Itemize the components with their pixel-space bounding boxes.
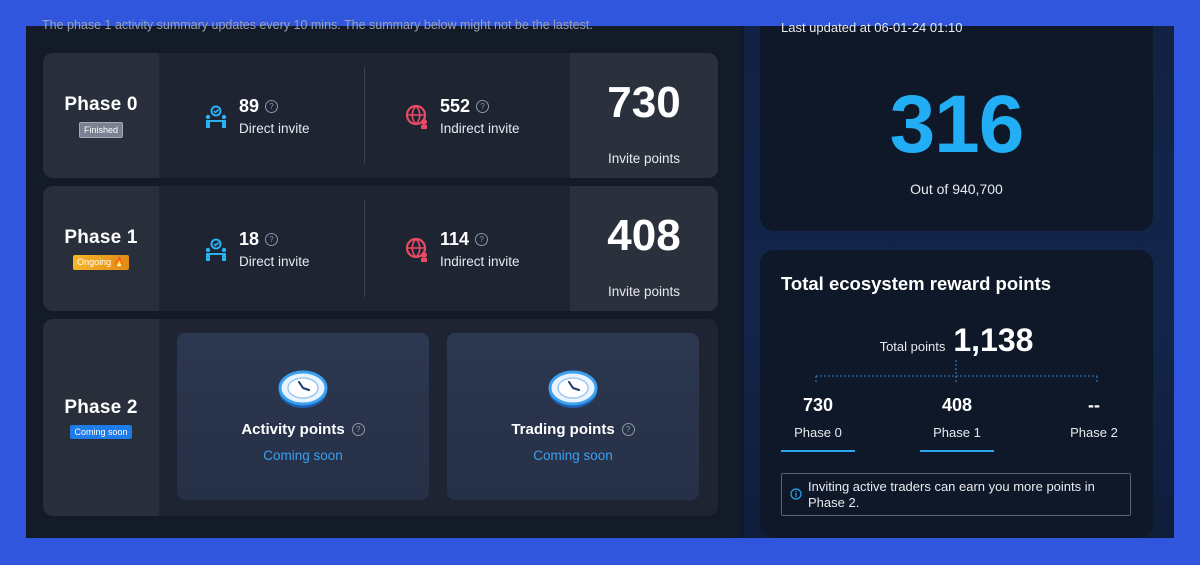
last-updated: Last updated at 06-01-24 01:10 [781, 20, 963, 35]
direct-invite-count: 18 [239, 228, 260, 249]
direct-invite-stat: 89? Direct invite [203, 53, 310, 178]
breakdown-value: 408 [941, 395, 973, 415]
total-points-label: Total points [879, 339, 946, 354]
indirect-invite-label: Indirect invite [440, 253, 520, 269]
trading-points-status: Coming soon [533, 448, 613, 463]
rank-card: Last updated at 06-01-24 01:10 316 Out o… [760, 20, 1153, 231]
question-icon[interactable]: ? [265, 232, 279, 246]
trading-points-card: Trading points? Coming soon [447, 333, 699, 500]
info-text: Inviting active traders can earn you mor… [808, 479, 1095, 510]
activity-points-title: Activity points [241, 421, 345, 438]
phase-title: Phase 0 [64, 93, 138, 115]
question-icon[interactable]: ? [475, 232, 489, 246]
total-points-value: 1,138 [953, 322, 1034, 358]
status-badge: Ongoing 🔥 [73, 255, 129, 270]
reward-title: Total ecosystem reward points [781, 273, 1052, 294]
direct-invite-count: 89 [239, 95, 260, 116]
question-icon[interactable]: ? [476, 99, 490, 113]
rank-out-of: Out of 940,700 [910, 181, 1003, 197]
breakdown-connector [815, 360, 1098, 384]
indirect-invite-label: Indirect invite [440, 120, 520, 136]
phase-1-card: Phase 1 Ongoing 🔥 18? Direct invite 114?… [43, 186, 718, 311]
invite-points-label: Invite points [607, 284, 681, 299]
globe-invite-icon [405, 104, 427, 129]
indirect-invite-stat: 114? Indirect invite [404, 186, 520, 311]
breakdown-underline [920, 450, 994, 452]
status-badge: Finished [78, 121, 124, 138]
people-invite-icon [205, 105, 227, 128]
trading-points-title: Trading points [511, 421, 615, 438]
question-icon[interactable]: ? [351, 423, 365, 436]
clock-coin-icon [278, 370, 328, 408]
breakdown-value: -- [1088, 395, 1100, 415]
breakdown-label: Phase 2 [1070, 425, 1118, 440]
breakdown-label: Phase 0 [794, 425, 842, 440]
breakdown-underline [781, 450, 855, 452]
indirect-invite-count: 552 [440, 95, 471, 116]
reward-card: Total ecosystem reward points Total poin… [760, 250, 1153, 538]
phase-0-card: Phase 0 Finished 89? Direct invite 552? … [43, 53, 718, 178]
invite-points-label: Invite points [607, 151, 681, 166]
indirect-invite-stat: 552? Indirect invite [404, 53, 520, 178]
breakdown-value: 730 [802, 395, 834, 415]
invite-points-box: 408 Invite points [570, 186, 718, 311]
question-icon[interactable]: ? [265, 99, 279, 113]
phase-2-card: Phase 2 Coming soon Activity points? Com… [43, 319, 718, 516]
update-notice: The phase 1 activity summary updates eve… [42, 18, 593, 32]
invite-points-value: 408 [607, 211, 681, 260]
activity-points-status: Coming soon [263, 448, 343, 463]
people-invite-icon [205, 238, 227, 261]
status-badge: Coming soon [70, 424, 132, 439]
divider [364, 200, 365, 297]
phase-1-breakdown[interactable]: 408 Phase 1 [919, 395, 995, 452]
breakdown-label: Phase 1 [933, 425, 981, 440]
clock-coin-icon [548, 370, 598, 408]
phase-0-breakdown[interactable]: 730 Phase 0 [780, 395, 856, 452]
direct-invite-label: Direct invite [239, 253, 310, 269]
indirect-invite-count: 114 [440, 228, 470, 249]
rank-value: 316 [889, 79, 1025, 170]
total-points-row: Total points 1,138 [760, 322, 1153, 359]
divider [364, 67, 365, 164]
direct-invite-stat: 18? Direct invite [203, 186, 310, 311]
info-icon [790, 488, 802, 500]
phase-2-label: Phase 2 Coming soon [43, 319, 159, 516]
phase-title: Phase 2 [64, 396, 138, 418]
phase-title: Phase 1 [64, 227, 138, 248]
question-icon[interactable]: ? [621, 423, 635, 436]
activity-points-card: Activity points? Coming soon [177, 333, 429, 500]
phase-1-label: Phase 1 Ongoing 🔥 [43, 186, 159, 311]
invite-points-value: 730 [607, 78, 681, 127]
direct-invite-label: Direct invite [239, 120, 310, 136]
phase-0-label: Phase 0 Finished [43, 53, 159, 178]
globe-invite-icon [405, 237, 427, 262]
phase-2-breakdown[interactable]: -- Phase 2 [1056, 395, 1132, 440]
invite-points-box: 730 Invite points [570, 53, 718, 178]
info-box: Inviting active traders can earn you mor… [781, 473, 1131, 516]
